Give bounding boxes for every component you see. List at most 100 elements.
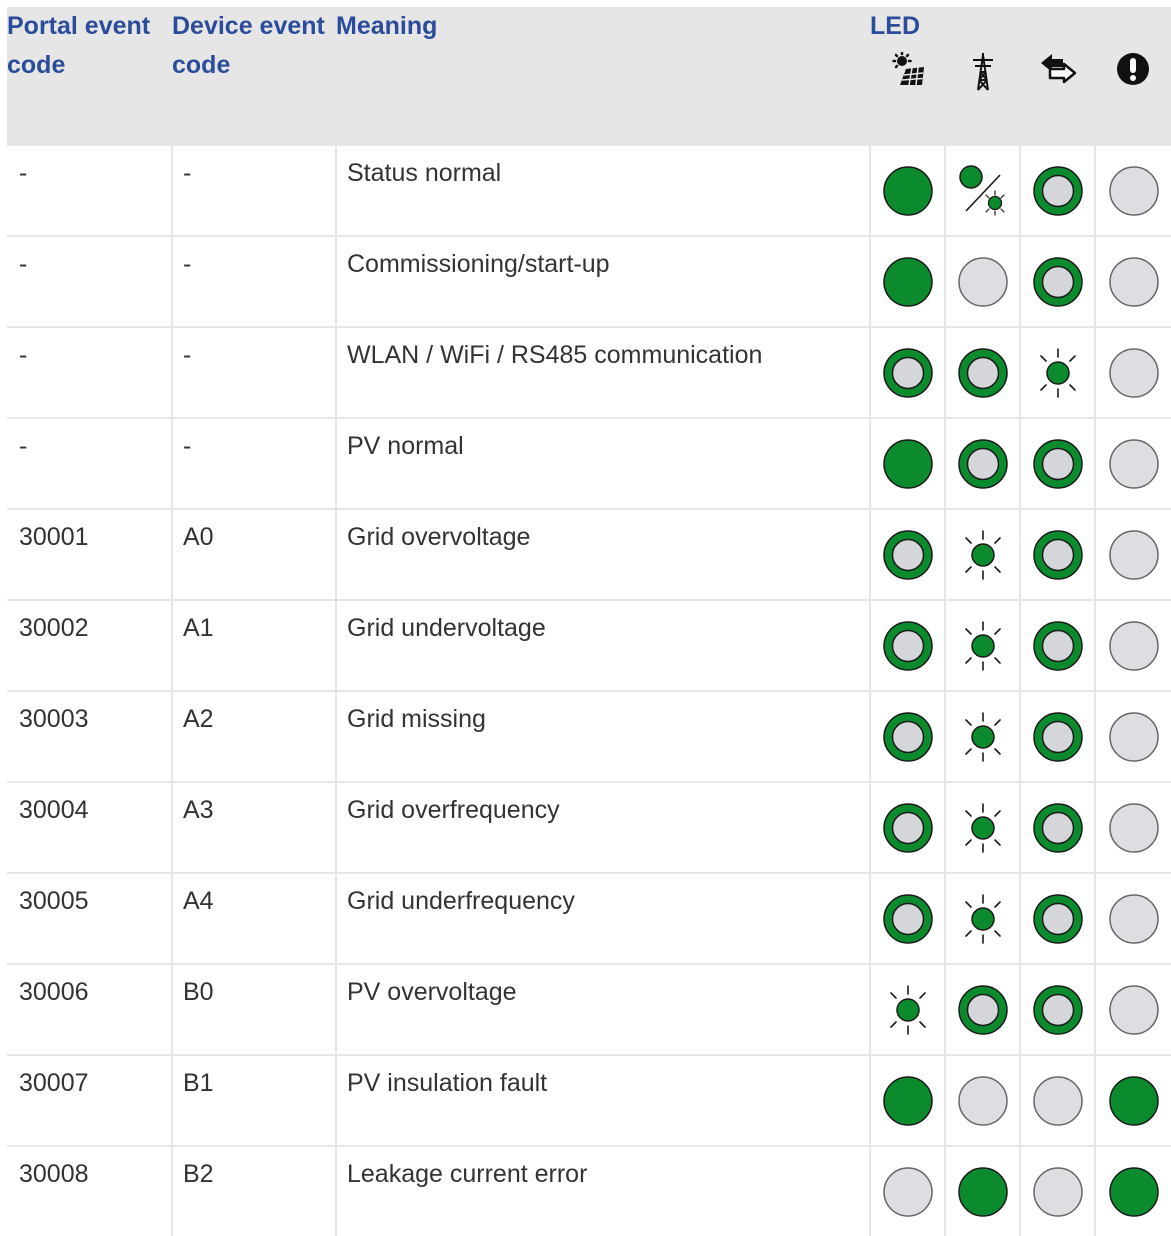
led-grid-cell [945,144,1021,236]
led-warning-off-icon [1108,256,1159,307]
led-pv-off-icon [882,1166,933,1217]
led-warning-off-icon [1108,802,1159,853]
led-communication-cell [1020,508,1096,600]
grid-pylon-icon [972,53,993,91]
led-warning-cell [1095,872,1171,964]
led-communication-cell [1020,417,1096,509]
led-grid-cell [945,963,1021,1055]
portal-event-code-cell: 30006 [7,963,173,1055]
led-pv-cell [870,417,946,509]
device-event-code-cell: - [172,235,337,327]
event-code-table: Portal event code Device event code Mean… [7,7,1171,1236]
event-code-page: Portal event code Device event code Mean… [0,0,1171,1236]
led-grid-flashing-icon [964,711,1001,762]
table-row: 30007 B1 PV insulation fault [7,1054,1171,1146]
led-warning-off-icon [1108,893,1159,944]
header-grid-icon-cell [945,52,1020,145]
led-communication-cell [1020,690,1096,782]
led-grid-cell [945,235,1021,327]
table-row: - - PV normal [7,417,1171,509]
table-row: - - Status normal [7,144,1171,236]
device-event-code-cell: - [172,144,337,236]
portal-event-code-cell: - [7,326,173,418]
led-pv-cell [870,872,946,964]
table-header-row: Portal event code Device event code Mean… [7,7,1171,145]
led-pv-on-icon [882,256,933,307]
led-communication-cell [1020,1054,1096,1146]
led-pv-ring-icon [882,620,933,671]
table-row: 30008 B2 Leakage current error [7,1145,1171,1236]
led-pv-on-icon [882,438,933,489]
led-grid-cell [945,1054,1021,1146]
led-communication-ring-icon [1032,802,1083,853]
device-event-code-cell: A3 [172,781,337,873]
portal-event-code-cell: 30007 [7,1054,173,1146]
led-grid-cell [945,872,1021,964]
led-grid-cell [945,781,1021,873]
led-grid-cell [945,508,1021,600]
led-pv-cell [870,1054,946,1146]
header-warning-icon-cell [1095,52,1171,145]
header-pv-icon-cell [870,52,945,145]
led-grid-ring-icon [957,984,1008,1035]
led-warning-cell [1095,690,1171,782]
led-warning-cell [1095,1145,1171,1236]
led-pv-cell [870,690,946,782]
led-warning-off-icon [1108,711,1159,762]
led-communication-cell [1020,781,1096,873]
led-grid-flashing-icon [964,802,1001,853]
portal-event-code-cell: - [7,235,173,327]
portal-event-code-cell: 30004 [7,781,173,873]
led-communication-ring-icon [1032,165,1083,216]
led-communication-cell [1020,326,1096,418]
led-grid-flashing-icon [964,529,1001,580]
led-warning-cell [1095,144,1171,236]
pv-sun-icon [891,52,924,86]
led-pv-cell [870,1145,946,1236]
led-warning-cell [1095,508,1171,600]
led-communication-flashing-icon [1039,347,1076,398]
table-row: 30003 A2 Grid missing [7,690,1171,782]
led-warning-on-icon [1108,1075,1159,1126]
device-event-code-cell: - [172,417,337,509]
led-pv-ring-icon [882,802,933,853]
device-event-code-cell: B0 [172,963,337,1055]
portal-event-code-cell: 30001 [7,508,173,600]
led-grid-flashing-icon [964,620,1001,671]
led-warning-cell [1095,417,1171,509]
led-communication-cell [1020,1145,1096,1236]
led-warning-cell [1095,781,1171,873]
portal-event-code-cell: - [7,417,173,509]
led-communication-cell [1020,144,1096,236]
led-warning-off-icon [1108,620,1159,671]
led-pv-cell [870,144,946,236]
table-row: 30001 A0 Grid overvoltage [7,508,1171,600]
led-grid-off-icon [957,256,1008,307]
led-pv-cell [870,508,946,600]
meaning-cell: WLAN / WiFi / RS485 communication [336,326,871,418]
led-grid-cell [945,326,1021,418]
led-pv-cell [870,235,946,327]
table-row: 30005 A4 Grid underfrequency [7,872,1171,964]
led-grid-cell [945,417,1021,509]
led-pv-ring-icon [882,529,933,580]
led-grid-flashing-icon [964,893,1001,944]
meaning-cell: Grid missing [336,690,871,782]
led-communication-cell [1020,872,1096,964]
led-communication-cell [1020,963,1096,1055]
led-communication-ring-icon [1032,620,1083,671]
device-event-code-cell: A1 [172,599,337,691]
led-communication-cell [1020,599,1096,691]
led-grid-ring-icon [957,438,1008,489]
meaning-cell: Grid overvoltage [336,508,871,600]
meaning-cell: Leakage current error [336,1145,871,1236]
device-event-code-cell: A0 [172,508,337,600]
portal-event-code-cell: 30005 [7,872,173,964]
led-warning-off-icon [1108,165,1159,216]
led-communication-ring-icon [1032,893,1083,944]
led-pv-flashing-icon [889,984,926,1035]
meaning-cell: Grid undervoltage [336,599,871,691]
portal-event-code-cell: - [7,144,173,236]
led-communication-ring-icon [1032,438,1083,489]
led-pv-ring-icon [882,347,933,398]
